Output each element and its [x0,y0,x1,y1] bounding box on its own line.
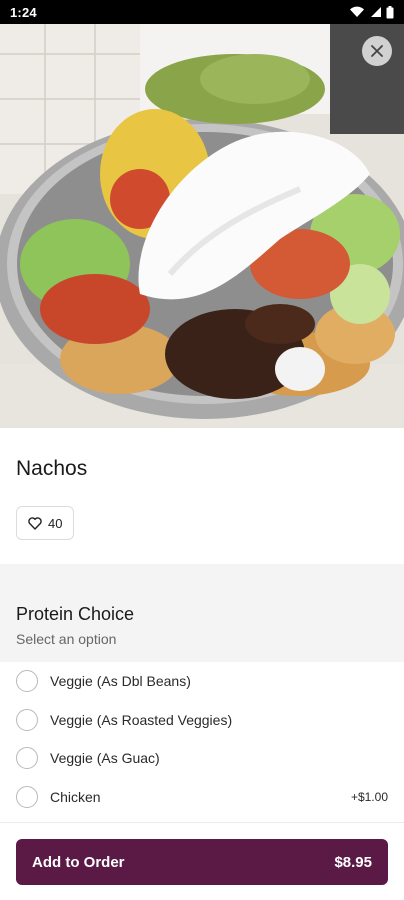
radio-button[interactable] [16,747,38,770]
radio-button[interactable] [16,785,38,808]
option-veggie-guac[interactable]: Veggie (As Guac) [0,739,404,778]
close-icon [371,45,383,57]
like-button[interactable]: 40 [16,506,75,540]
item-title: Nachos [16,457,88,480]
add-to-order-price: $8.95 [334,853,372,871]
add-to-order-label: Add to Order [32,853,125,871]
radio-button[interactable] [16,708,38,731]
screen: 1:24 Nachos 40 Protein Choice Select an … [0,0,404,900]
nachos-photo [0,24,404,428]
option-label: Veggie (As Roasted Veggies) [50,711,233,728]
option-list: Veggie (As Dbl Beans) Veggie (As Roasted… [0,662,404,816]
section-subtitle: Select an option [16,631,117,647]
close-button[interactable] [362,36,392,66]
option-label: Veggie (As Dbl Beans) [50,673,191,690]
like-count: 40 [48,515,63,531]
section-title: Protein Choice [16,604,135,624]
radio-button[interactable] [16,670,38,693]
option-label: Chicken [50,788,101,805]
signal-icon [371,7,381,17]
status-icons [349,5,394,19]
option-veggie-roasted-veggies[interactable]: Veggie (As Roasted Veggies) [0,701,404,740]
option-chicken[interactable]: Chicken +$1.00 [0,778,404,817]
wifi-icon [350,6,364,18]
status-bar: 1:24 [0,0,404,24]
bottom-bar: Add to Order $8.95 [0,822,404,900]
option-price: +$1.00 [350,789,388,804]
add-to-order-button[interactable]: Add to Order $8.95 [16,839,388,885]
option-veggie-dbl-beans[interactable]: Veggie (As Dbl Beans) [0,662,404,701]
battery-icon [386,5,394,18]
section-header: Protein Choice Select an option [0,564,404,662]
status-time: 1:24 [10,4,37,20]
heart-icon [28,516,42,530]
hero-image [0,24,404,428]
option-label: Veggie (As Guac) [50,750,160,767]
